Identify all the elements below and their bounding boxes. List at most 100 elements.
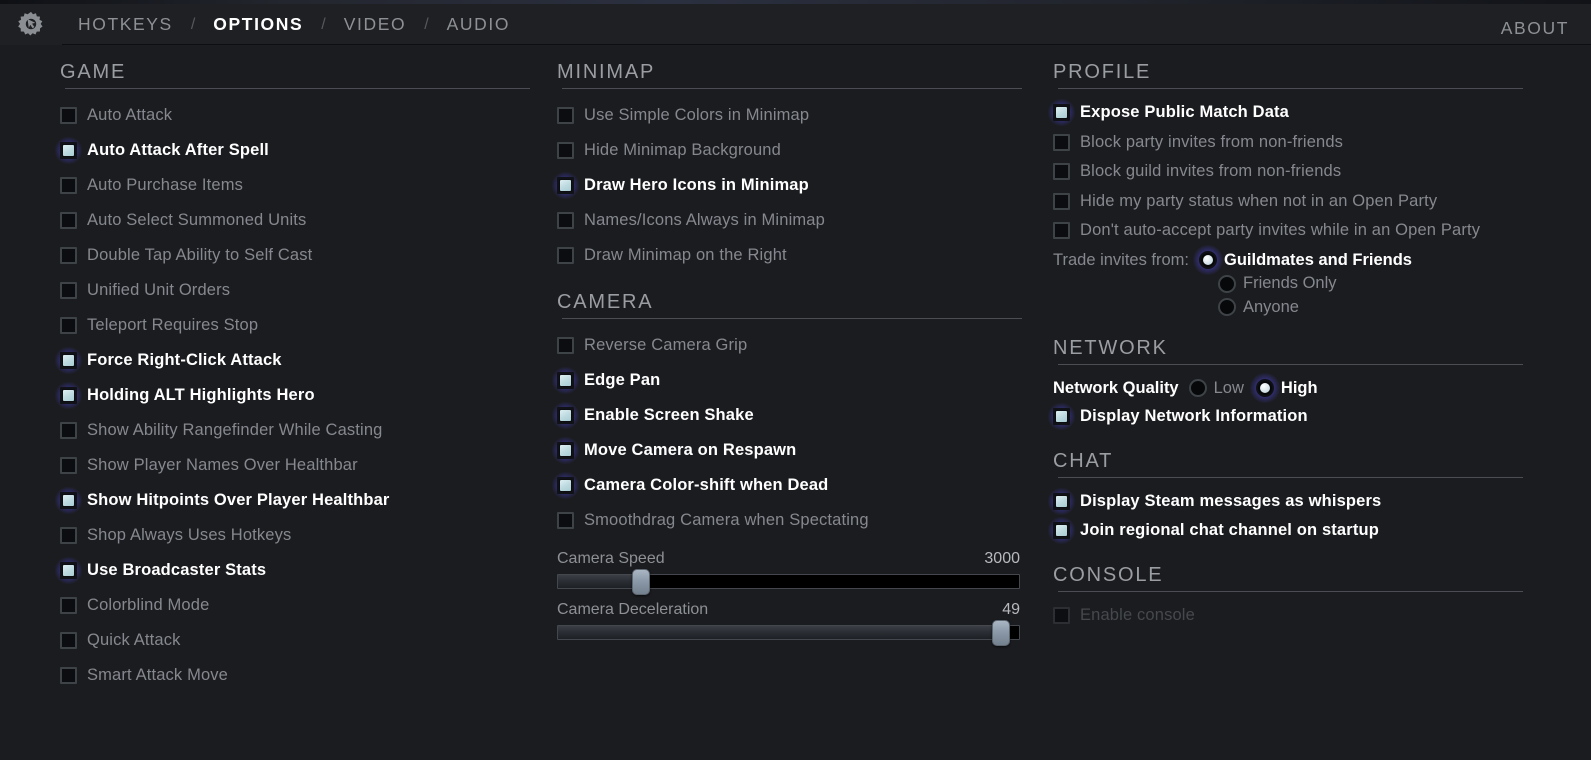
checkbox-checked-icon[interactable] [55, 557, 82, 584]
slider-track[interactable] [557, 620, 1020, 646]
checkbox-icon[interactable] [1053, 192, 1070, 210]
option-row[interactable]: Display Network Information [1048, 402, 1523, 432]
checkbox-icon[interactable] [557, 142, 574, 159]
option-row[interactable]: Display Steam messages as whispers [1048, 487, 1523, 517]
tab-hotkeys[interactable]: HOTKEYS [62, 4, 189, 45]
section-divider [1058, 364, 1523, 365]
option-row[interactable]: Use Broadcaster Stats [55, 553, 530, 588]
option-row[interactable]: Edge Pan [552, 363, 1022, 398]
radio-icon[interactable] [1218, 298, 1236, 317]
option-row[interactable]: Auto Purchase Items [60, 168, 530, 203]
option-row[interactable]: Block party invites from non-friends [1053, 128, 1523, 158]
option-row[interactable]: Don't auto-accept party invites while in… [1053, 216, 1523, 246]
checkbox-icon[interactable] [1053, 133, 1070, 151]
option-row[interactable]: Expose Public Match Data [1048, 98, 1523, 128]
option-row[interactable]: Hide Minimap Background [557, 133, 1022, 168]
checkbox-checked-icon[interactable] [552, 472, 579, 499]
option-row[interactable]: Double Tap Ability to Self Cast [60, 238, 530, 273]
option-label: Use Simple Colors in Minimap [584, 106, 810, 124]
checkbox-checked-icon[interactable] [55, 347, 82, 374]
checkbox-icon[interactable] [60, 212, 77, 229]
checkbox-icon[interactable] [1053, 222, 1070, 240]
option-row[interactable]: Show Ability Rangefinder While Casting [60, 413, 530, 448]
checkbox-icon[interactable] [60, 317, 77, 334]
option-row[interactable]: Force Right-Click Attack [55, 343, 530, 378]
checkbox-checked-icon[interactable] [55, 382, 82, 409]
checkbox-checked-icon[interactable] [552, 402, 579, 429]
radio-icon[interactable] [1218, 274, 1236, 293]
checkbox-icon[interactable] [60, 282, 77, 299]
option-label: Auto Attack After Spell [87, 141, 269, 159]
checkbox-icon[interactable] [60, 527, 77, 544]
checkbox-icon[interactable] [557, 212, 574, 229]
option-row[interactable]: Teleport Requires Stop [60, 308, 530, 343]
tab-video[interactable]: VIDEO [328, 4, 422, 45]
checkbox-icon[interactable] [60, 177, 77, 194]
checkbox-icon[interactable] [60, 457, 77, 474]
radio-label[interactable]: Guildmates and Friends [1224, 251, 1412, 270]
option-row[interactable]: Show Player Names Over Healthbar [60, 448, 530, 483]
checkbox-checked-icon[interactable] [1048, 517, 1075, 545]
checkbox-icon[interactable] [557, 107, 574, 124]
option-label: Show Hitpoints Over Player Healthbar [87, 491, 390, 509]
checkbox-icon[interactable] [60, 247, 77, 264]
option-row[interactable]: Holding ALT Highlights Hero [55, 378, 530, 413]
radio-selected-icon[interactable] [1193, 245, 1224, 276]
option-row[interactable]: Block guild invites from non-friends [1053, 157, 1523, 187]
option-row[interactable]: Show Hitpoints Over Player Healthbar [55, 483, 530, 518]
checkbox-icon[interactable] [60, 107, 77, 124]
checkbox-icon[interactable] [1053, 163, 1070, 181]
checkbox-icon[interactable] [557, 247, 574, 264]
option-row[interactable]: Quick Attack [60, 623, 530, 658]
option-row[interactable]: Colorblind Mode [60, 588, 530, 623]
slider-handle[interactable] [991, 620, 1010, 646]
radio-selected-icon[interactable] [1249, 373, 1280, 403]
checkbox-checked-icon[interactable] [552, 367, 579, 394]
tab-audio[interactable]: AUDIO [431, 4, 526, 45]
slider-handle[interactable] [631, 569, 650, 595]
option-row[interactable]: Draw Minimap on the Right [557, 238, 1022, 273]
option-row[interactable]: Auto Select Summoned Units [60, 203, 530, 238]
option-row[interactable]: Enable Screen Shake [552, 398, 1022, 433]
radio-icon[interactable] [1188, 379, 1207, 397]
checkbox-icon[interactable] [557, 512, 574, 529]
option-row[interactable]: Shop Always Uses Hotkeys [60, 518, 530, 553]
option-row[interactable]: Draw Hero Icons in Minimap [552, 168, 1022, 203]
option-row[interactable]: Reverse Camera Grip [557, 328, 1022, 363]
checkbox-checked-icon[interactable] [55, 137, 82, 164]
slider-camera-deceleration[interactable]: Camera Deceleration 49 [557, 601, 1022, 646]
option-row[interactable]: Unified Unit Orders [60, 273, 530, 308]
about-link[interactable]: ABOUT [1501, 8, 1569, 49]
option-row[interactable]: Auto Attack After Spell [55, 133, 530, 168]
checkbox-icon[interactable] [60, 597, 77, 614]
slider-track[interactable] [557, 569, 1020, 595]
section-divider [562, 318, 1022, 319]
gear-cursor-icon[interactable] [0, 3, 62, 45]
slider-value: 49 [1002, 601, 1020, 618]
option-row[interactable]: Camera Color-shift when Dead [552, 468, 1022, 503]
option-row[interactable]: Smoothdrag Camera when Spectating [557, 503, 1022, 538]
tab-options[interactable]: OPTIONS [197, 4, 319, 45]
checkbox-icon[interactable] [60, 422, 77, 439]
checkbox-checked-icon[interactable] [1048, 99, 1075, 127]
checkbox-checked-icon[interactable] [552, 172, 579, 199]
option-row[interactable]: Auto Attack [60, 98, 530, 133]
option-row[interactable]: Hide my party status when not in an Open… [1053, 187, 1523, 217]
option-row[interactable]: Use Simple Colors in Minimap [557, 98, 1022, 133]
checkbox-checked-icon[interactable] [1048, 403, 1075, 431]
checkbox-checked-icon[interactable] [552, 437, 579, 464]
radio-label[interactable]: Anyone [1243, 298, 1299, 317]
option-row[interactable]: Smart Attack Move [60, 658, 530, 693]
slider-camera-speed[interactable]: Camera Speed 3000 [557, 550, 1022, 595]
checkbox-checked-icon[interactable] [55, 487, 82, 514]
option-row[interactable]: Names/Icons Always in Minimap [557, 203, 1022, 238]
radio-label[interactable]: Friends Only [1243, 274, 1337, 293]
checkbox-icon[interactable] [60, 632, 77, 649]
option-row[interactable]: Move Camera on Respawn [552, 433, 1022, 468]
checkbox-icon[interactable] [557, 337, 574, 354]
option-row[interactable]: Join regional chat channel on startup [1048, 516, 1523, 546]
checkbox-icon[interactable] [60, 667, 77, 684]
checkbox-checked-icon[interactable] [1048, 487, 1075, 515]
radio-label[interactable]: Low [1214, 379, 1244, 398]
radio-label[interactable]: High [1281, 379, 1318, 398]
